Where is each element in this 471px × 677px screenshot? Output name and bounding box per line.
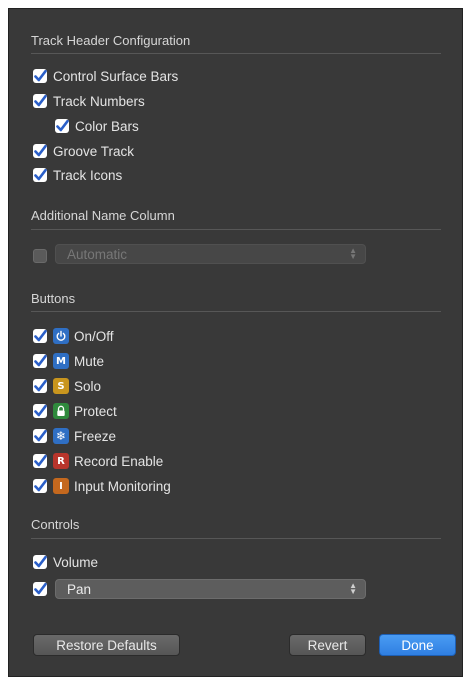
- option-label: Solo: [74, 378, 102, 394]
- pan-select[interactable]: Pan ▲ ▼: [55, 579, 366, 599]
- additional-name-select[interactable]: Automatic ▲ ▼: [55, 244, 366, 264]
- power-icon: [53, 328, 69, 344]
- option-mute[interactable]: M Mute: [33, 352, 104, 370]
- option-label: Volume: [53, 554, 99, 570]
- snowflake-icon: ❄: [53, 428, 69, 444]
- option-track-icons[interactable]: Track Icons: [33, 166, 122, 184]
- track-header-config-panel: Track Header Configuration Control Surfa…: [8, 8, 463, 677]
- checkbox-checked-icon[interactable]: [33, 429, 47, 443]
- option-label: Groove Track: [53, 143, 135, 159]
- option-label: Input Monitoring: [74, 478, 171, 494]
- option-protect[interactable]: Protect: [33, 402, 117, 420]
- option-label: Mute: [74, 353, 105, 369]
- option-control-surface-bars[interactable]: Control Surface Bars: [33, 67, 178, 85]
- restore-defaults-button[interactable]: Restore Defaults: [33, 634, 180, 656]
- select-value: Automatic: [67, 246, 128, 262]
- additional-name-checkbox[interactable]: [33, 249, 47, 263]
- lock-icon: [53, 403, 69, 419]
- section-title-additional-name: Additional Name Column: [31, 208, 175, 223]
- checkbox-checked-icon[interactable]: [33, 168, 47, 182]
- divider: [31, 311, 441, 312]
- checkbox-checked-icon[interactable]: [33, 354, 47, 368]
- input-monitoring-badge-icon: I: [53, 478, 69, 494]
- option-record-enable[interactable]: R Record Enable: [33, 452, 163, 470]
- checkbox-checked-icon[interactable]: [33, 379, 47, 393]
- option-label: Protect: [74, 403, 117, 419]
- select-value: Pan: [67, 581, 92, 597]
- checkbox-checked-icon[interactable]: [33, 144, 47, 158]
- divider: [31, 53, 441, 54]
- checkbox-checked-icon[interactable]: [33, 329, 47, 343]
- solo-badge-icon: S: [53, 378, 69, 394]
- record-badge-icon: R: [53, 453, 69, 469]
- option-label: Record Enable: [74, 453, 164, 469]
- option-color-bars[interactable]: Color Bars: [55, 117, 139, 135]
- option-label: Control Surface Bars: [53, 68, 179, 84]
- option-on-off[interactable]: On/Off: [33, 327, 114, 345]
- option-groove-track[interactable]: Groove Track: [33, 142, 134, 160]
- option-solo[interactable]: S Solo: [33, 377, 101, 395]
- divider: [31, 229, 441, 230]
- section-title-controls: Controls: [31, 517, 80, 532]
- checkbox-checked-icon[interactable]: [33, 94, 47, 108]
- revert-button[interactable]: Revert: [289, 634, 366, 656]
- checkbox-checked-icon[interactable]: [55, 119, 69, 133]
- mute-badge-icon: M: [53, 353, 69, 369]
- section-title-track-header: Track Header Configuration: [31, 33, 191, 48]
- checkbox-checked-icon[interactable]: [33, 69, 47, 83]
- select-arrows-icon: ▲ ▼: [349, 581, 357, 596]
- section-title-buttons: Buttons: [31, 291, 76, 306]
- option-volume[interactable]: Volume: [33, 553, 98, 571]
- select-arrows-icon: ▲ ▼: [349, 246, 357, 261]
- pan-checkbox[interactable]: [33, 582, 47, 596]
- divider: [31, 538, 441, 539]
- checkbox-checked-icon[interactable]: [33, 404, 47, 418]
- option-freeze[interactable]: ❄ Freeze: [33, 427, 116, 445]
- option-label: Track Icons: [53, 167, 123, 183]
- option-label: Freeze: [74, 428, 117, 444]
- checkbox-checked-icon[interactable]: [33, 454, 47, 468]
- done-button[interactable]: Done: [379, 634, 456, 656]
- option-input-monitoring[interactable]: I Input Monitoring: [33, 477, 171, 495]
- checkbox-checked-icon[interactable]: [33, 555, 47, 569]
- option-label: Color Bars: [75, 118, 139, 134]
- checkbox-checked-icon[interactable]: [33, 479, 47, 493]
- option-label: On/Off: [74, 328, 114, 344]
- option-track-numbers[interactable]: Track Numbers: [33, 92, 145, 110]
- option-label: Track Numbers: [53, 93, 145, 109]
